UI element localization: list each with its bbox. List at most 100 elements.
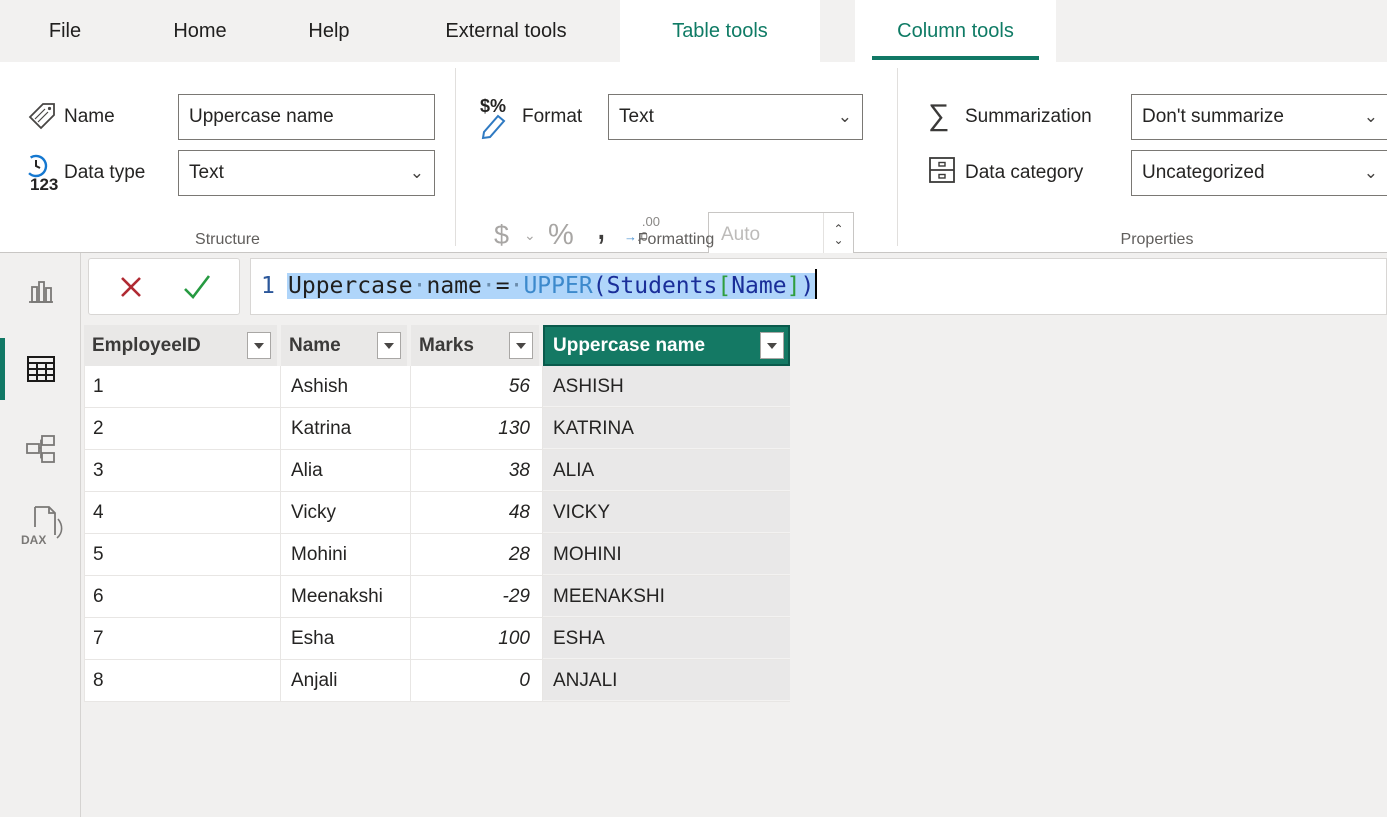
formula-code: Uppercase·name·=·UPPER(Students[Name]) (287, 259, 817, 314)
cell-uppercase-name[interactable]: ALIA (543, 450, 790, 491)
filter-dropdown-button[interactable] (247, 332, 271, 359)
cell-uppercase-name[interactable]: ESHA (543, 618, 790, 659)
cell-name[interactable]: Anjali (281, 660, 411, 701)
column-header-uppercase-name[interactable]: Uppercase name (543, 325, 790, 366)
table-body: 1 Ashish 56 ASHISH 2 Katrina 130 KATRINA… (84, 366, 790, 702)
table-row: 5 Mohini 28 MOHINI (85, 534, 790, 576)
column-header-label: Uppercase name (553, 335, 705, 356)
chevron-down-icon: ⌄ (838, 95, 852, 139)
formula-line-number: 1 (261, 259, 275, 314)
cell-employeeid[interactable]: 3 (85, 450, 281, 491)
filter-dropdown-button[interactable] (509, 332, 533, 359)
tab-column-tools[interactable]: Column tools (855, 0, 1056, 62)
column-name-input[interactable] (178, 94, 435, 140)
cell-employeeid[interactable]: 2 (85, 408, 281, 449)
formula-selection: Uppercase·name·=·UPPER(Students[Name]) (287, 273, 815, 299)
group-properties-label: Properties (897, 228, 1387, 252)
format-label: Format (522, 94, 582, 140)
format-value: Text (619, 106, 654, 127)
table-header-row: EmployeeID Name Marks Uppercase name (84, 325, 790, 366)
cell-uppercase-name[interactable]: ANJALI (543, 660, 790, 701)
formula-input[interactable]: 1 Uppercase·name·=·UPPER(Students[Name]) (250, 258, 1387, 315)
ribbon-separator (455, 68, 456, 246)
table-row: 8 Anjali 0 ANJALI (85, 660, 790, 702)
column-header-label: Marks (419, 335, 474, 356)
filter-triangle-icon (767, 343, 777, 349)
powerbi-window: File Home Help External tools Table tool… (0, 0, 1387, 817)
commit-formula-icon[interactable] (181, 271, 213, 308)
column-header-label: Name (289, 335, 341, 356)
cell-marks[interactable]: -29 (411, 576, 543, 617)
cell-uppercase-name[interactable]: MOHINI (543, 534, 790, 575)
svg-text:123: 123 (30, 175, 58, 194)
column-header-name[interactable]: Name (281, 325, 407, 366)
tab-external-tools[interactable]: External tools (406, 0, 606, 62)
cell-name[interactable]: Esha (281, 618, 411, 659)
svg-text:$%: $% (480, 96, 506, 116)
cell-name[interactable]: Katrina (281, 408, 411, 449)
filter-triangle-icon (516, 343, 526, 349)
cell-name[interactable]: Vicky (281, 492, 411, 533)
cell-marks[interactable]: 48 (411, 492, 543, 533)
cell-name[interactable]: Ashish (281, 366, 411, 407)
cell-marks[interactable]: 28 (411, 534, 543, 575)
ribbon-tab-bar: File Home Help External tools Table tool… (0, 0, 1387, 62)
group-formatting-label: Formatting (455, 228, 897, 252)
tab-help[interactable]: Help (292, 0, 366, 62)
cell-marks[interactable]: 100 (411, 618, 543, 659)
cell-name[interactable]: Mohini (281, 534, 411, 575)
cell-marks[interactable]: 38 (411, 450, 543, 491)
filter-triangle-icon (254, 343, 264, 349)
cell-employeeid[interactable]: 4 (85, 492, 281, 533)
cell-employeeid[interactable]: 5 (85, 534, 281, 575)
table-row: 3 Alia 38 ALIA (85, 450, 790, 492)
ribbon-separator (897, 68, 898, 246)
table-row: 4 Vicky 48 VICKY (85, 492, 790, 534)
filter-triangle-icon (384, 343, 394, 349)
filter-dropdown-button[interactable] (760, 332, 784, 359)
report-view-icon[interactable] (25, 275, 57, 307)
name-field-label: Name (64, 94, 115, 140)
chevron-down-icon: ⌄ (410, 151, 424, 195)
data-type-select[interactable]: Text ⌄ (178, 150, 435, 196)
cell-name[interactable]: Alia (281, 450, 411, 491)
column-header-employeeid[interactable]: EmployeeID (84, 325, 277, 366)
tag-icon (26, 100, 58, 132)
model-view-icon[interactable] (25, 433, 57, 465)
data-view-icon[interactable] (25, 353, 57, 385)
view-sidebar: DAX (0, 253, 81, 817)
ribbon: Name 123 Data type Text ⌄ Structure $% F… (0, 62, 1387, 253)
column-header-marks[interactable]: Marks (411, 325, 539, 366)
summarization-select[interactable]: Don't summarize ⌄ (1131, 94, 1387, 140)
cell-uppercase-name[interactable]: MEENAKSHI (543, 576, 790, 617)
tab-file[interactable]: File (40, 0, 90, 62)
cancel-formula-icon[interactable] (117, 273, 145, 306)
active-view-indicator (0, 338, 5, 400)
text-cursor (815, 269, 817, 299)
cell-uppercase-name[interactable]: KATRINA (543, 408, 790, 449)
cell-uppercase-name[interactable]: ASHISH (543, 366, 790, 407)
data-category-select[interactable]: Uncategorized ⌄ (1131, 150, 1387, 196)
tab-table-tools[interactable]: Table tools (620, 0, 820, 62)
summarization-value: Don't summarize (1142, 106, 1284, 127)
cell-marks[interactable]: 0 (411, 660, 543, 701)
cell-employeeid[interactable]: 7 (85, 618, 281, 659)
table-row: 7 Esha 100 ESHA (85, 618, 790, 660)
data-type-label: Data type (64, 150, 145, 196)
summarization-sigma-icon: ∑ (928, 94, 949, 140)
tab-home[interactable]: Home (150, 0, 250, 62)
dax-icon-label: DAX (21, 533, 46, 547)
cell-employeeid[interactable]: 6 (85, 576, 281, 617)
cell-marks[interactable]: 56 (411, 366, 543, 407)
format-select[interactable]: Text ⌄ (608, 94, 863, 140)
summarization-label: Summarization (965, 94, 1092, 140)
table-row: 2 Katrina 130 KATRINA (85, 408, 790, 450)
cell-uppercase-name[interactable]: VICKY (543, 492, 790, 533)
cell-employeeid[interactable]: 1 (85, 366, 281, 407)
data-type-icon: 123 (20, 152, 62, 198)
cell-name[interactable]: Meenakshi (281, 576, 411, 617)
filter-dropdown-button[interactable] (377, 332, 401, 359)
cell-employeeid[interactable]: 8 (85, 660, 281, 701)
dax-query-view-icon[interactable]: DAX (25, 505, 65, 549)
cell-marks[interactable]: 130 (411, 408, 543, 449)
